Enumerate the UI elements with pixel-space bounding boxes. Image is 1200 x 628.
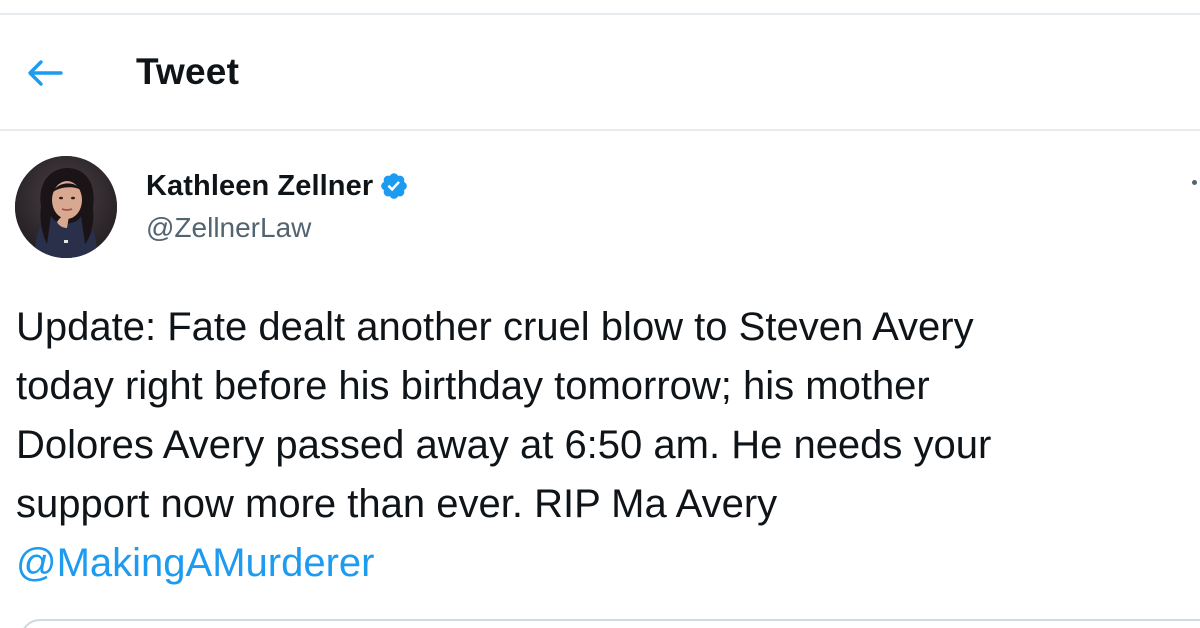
mention-link[interactable]: @MakingAMurderer — [16, 534, 1191, 593]
author-name-row: Kathleen Zellner — [146, 168, 409, 204]
arrow-left-icon — [28, 60, 63, 86]
author-name[interactable]: Kathleen Zellner — [146, 170, 373, 203]
profile-photo-icon — [15, 156, 117, 258]
header-divider — [0, 129, 1200, 131]
page-title: Tweet — [136, 51, 240, 92]
tweet-text-line: support now more than ever. RIP Ma Avery — [16, 482, 778, 526]
tweet-page: Tweet Kathleen Zellner @ZellnerLaw Updat… — [0, 0, 1200, 628]
back-button[interactable] — [22, 55, 68, 91]
verified-badge-icon — [381, 173, 408, 199]
avatar[interactable] — [15, 156, 117, 258]
author-handle[interactable]: @ZellnerLaw — [146, 212, 409, 244]
page-header: Tweet — [0, 15, 1200, 129]
more-options-icon — [1192, 180, 1197, 185]
tweet-text-line: Dolores Avery passed away at 6:50 am. He… — [16, 423, 992, 467]
tweet-text-line: today right before his birthday tomorrow… — [16, 364, 930, 408]
tweet-author[interactable]: Kathleen Zellner @ZellnerLaw — [146, 168, 409, 244]
tweet-text: Update: Fate dealt another cruel blow to… — [16, 298, 1191, 593]
tweet-text-line: Update: Fate dealt another cruel blow to… — [16, 305, 974, 349]
embedded-card[interactable] — [20, 619, 1200, 628]
more-options-button[interactable] — [1186, 172, 1200, 200]
